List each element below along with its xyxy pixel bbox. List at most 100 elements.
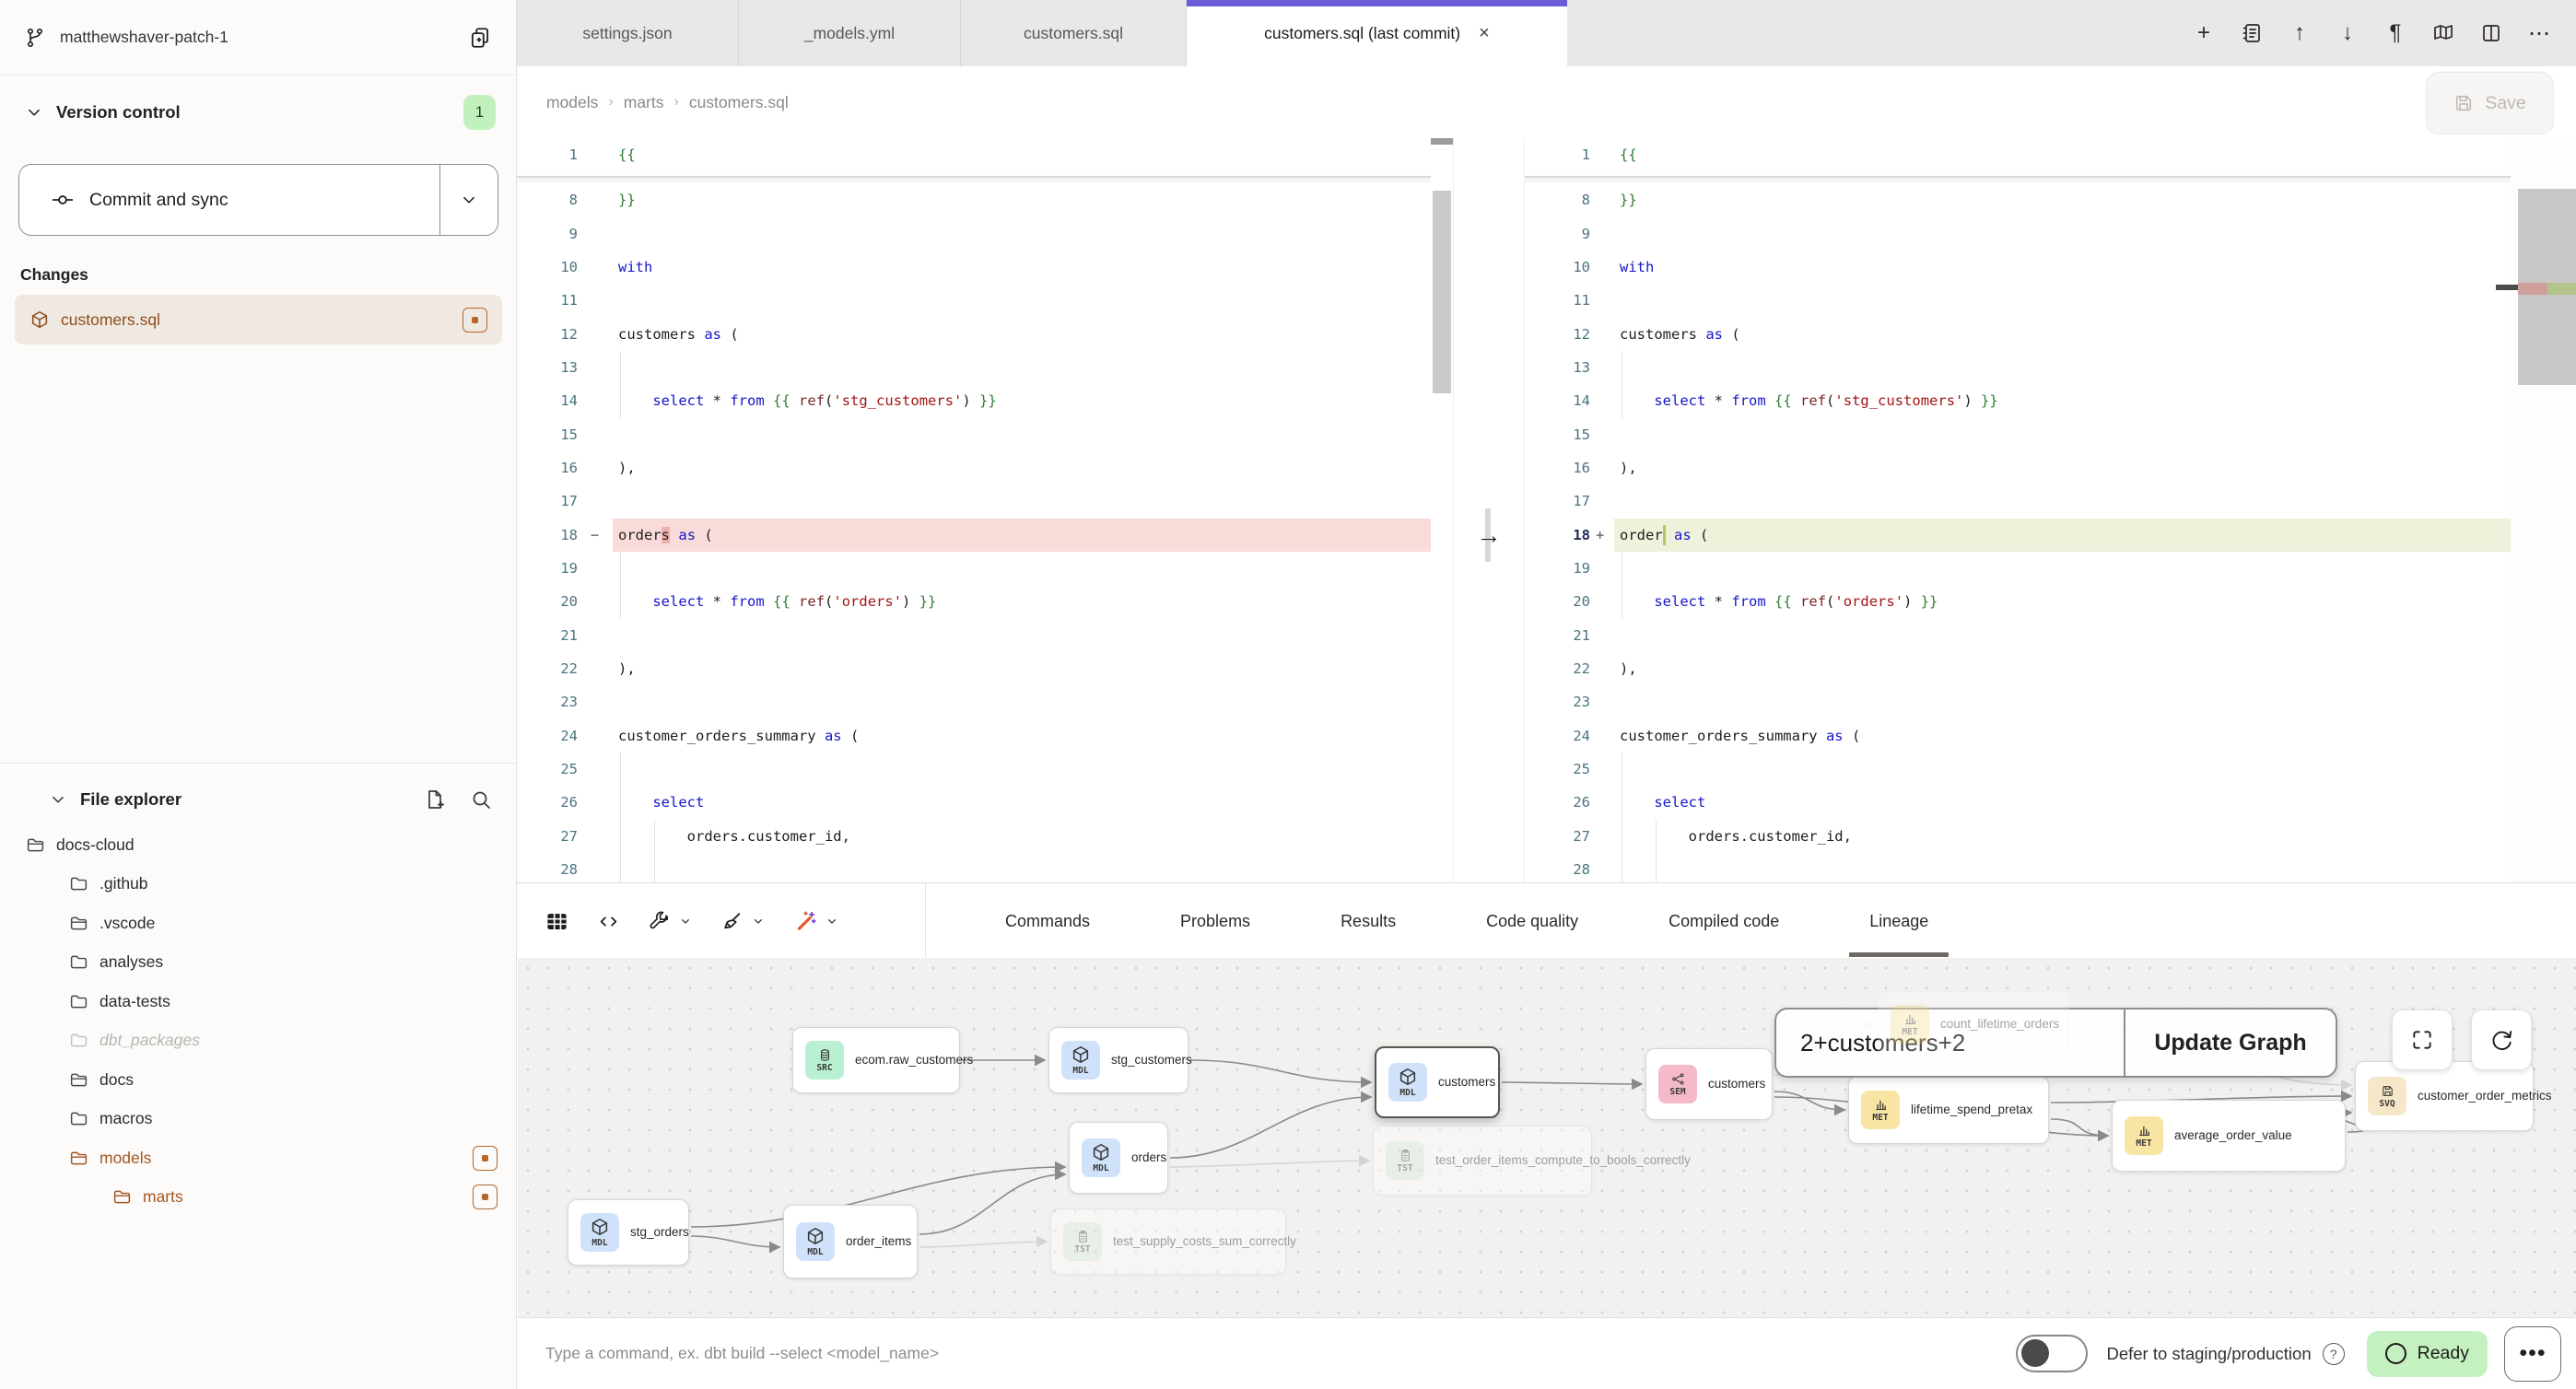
lineage-node-average-order-value[interactable]: METaverage_order_value bbox=[2112, 1100, 2346, 1172]
tab-settings-json[interactable]: settings.json bbox=[517, 0, 739, 66]
fullscreen-button[interactable] bbox=[2392, 1010, 2453, 1070]
code-line-25[interactable]: 25 bbox=[1525, 753, 2511, 786]
code-line-12[interactable]: 12customers as ( bbox=[517, 318, 1431, 351]
code-line-26[interactable]: 26 select bbox=[1525, 786, 2511, 819]
save-button[interactable]: Save bbox=[2426, 72, 2554, 134]
copy-icon[interactable] bbox=[468, 26, 492, 50]
code-line-10[interactable]: 10with bbox=[1525, 251, 2511, 284]
code-view-button[interactable] bbox=[597, 910, 620, 933]
diff-pane-current[interactable]: 1{{8}}910with1112customers as (1314 sele… bbox=[517, 138, 1431, 882]
diff-pane-last-commit[interactable]: 1{{8}}910with1112customers as (1314 sele… bbox=[1525, 138, 2511, 882]
code-line-13[interactable]: 13 bbox=[517, 351, 1431, 384]
tree-item-dbt-packages[interactable]: dbt_packages bbox=[0, 1021, 516, 1061]
status-ready-badge[interactable]: Ready bbox=[2367, 1331, 2488, 1377]
code-line-28[interactable]: 28 bbox=[517, 853, 1431, 882]
panel-tab-results[interactable]: Results bbox=[1313, 883, 1423, 959]
lineage-node-order-items[interactable]: MDLorder_items bbox=[783, 1205, 918, 1278]
tree-item-data-tests[interactable]: data-tests bbox=[0, 982, 516, 1021]
results-table-button[interactable] bbox=[544, 909, 569, 934]
code-line-27[interactable]: 27 orders.customer_id, bbox=[1525, 820, 2511, 853]
code-line-24[interactable]: 24customer_orders_summary as ( bbox=[517, 719, 1431, 753]
code-line-9[interactable]: 9 bbox=[1525, 217, 2511, 251]
map-icon[interactable] bbox=[2419, 9, 2467, 57]
code-line-8[interactable]: 8}} bbox=[517, 183, 1431, 216]
tab--models-yml[interactable]: _models.yml bbox=[739, 0, 961, 66]
lineage-canvas[interactable]: SRCecom.raw_customersMDLstg_customersMDL… bbox=[518, 958, 2576, 1317]
code-line-14[interactable]: 14 select * from {{ ref('stg_customers')… bbox=[1525, 384, 2511, 417]
pilcrow-icon[interactable]: ¶ bbox=[2371, 9, 2419, 57]
tree-item-docs[interactable]: docs bbox=[0, 1060, 516, 1100]
code-line-10[interactable]: 10with bbox=[517, 251, 1431, 284]
tree-item-analyses[interactable]: analyses bbox=[0, 943, 516, 983]
code-line-9[interactable]: 9 bbox=[517, 217, 1431, 251]
lineage-node-count-lifetime[interactable]: METcount_lifetime_orders bbox=[1878, 991, 2069, 1057]
branch-name[interactable]: matthewshaver-patch-1 bbox=[60, 28, 468, 47]
lineage-node-customer-order-metrics[interactable]: SVQcustomer_order_metrics bbox=[2355, 1061, 2534, 1131]
code-line-15[interactable]: 15 bbox=[517, 418, 1431, 451]
code-line-12[interactable]: 12customers as ( bbox=[1525, 318, 2511, 351]
code-line-14[interactable]: 14 select * from {{ ref('stg_customers')… bbox=[517, 384, 1431, 417]
code-line-18[interactable]: 18+order as ( bbox=[1525, 519, 2511, 552]
panel-tab-compiled-code[interactable]: Compiled code bbox=[1641, 883, 1807, 959]
code-line-23[interactable]: 23 bbox=[517, 685, 1431, 718]
split-view-icon[interactable] bbox=[2467, 9, 2515, 57]
lineage-node-test-order-items[interactable]: TSTtest_order_items_compute_to_bools_cor… bbox=[1373, 1126, 1592, 1196]
build-button[interactable] bbox=[648, 910, 693, 933]
code-line-1[interactable]: 1{{ bbox=[1525, 138, 2511, 171]
plus-icon[interactable]: + bbox=[2180, 9, 2228, 57]
lineage-node-lifetime-spend[interactable]: METlifetime_spend_pretax bbox=[1848, 1076, 2049, 1144]
arrow-up-icon[interactable]: ↑ bbox=[2276, 9, 2324, 57]
code-line-25[interactable]: 25 bbox=[517, 753, 1431, 786]
tree-item--vscode[interactable]: .vscode bbox=[0, 904, 516, 943]
ai-assist-button[interactable] bbox=[793, 909, 839, 933]
command-input[interactable]: Type a command, ex. dbt build --select <… bbox=[545, 1344, 2016, 1363]
file-explorer-header[interactable]: File explorer bbox=[24, 776, 492, 823]
merge-arrow-icon[interactable]: → bbox=[1454, 518, 1524, 553]
code-line-24[interactable]: 24customer_orders_summary as ( bbox=[1525, 719, 2511, 753]
version-control-header[interactable]: Version control 1 bbox=[24, 90, 496, 134]
panel-tab-problems[interactable]: Problems bbox=[1153, 883, 1278, 959]
breadcrumb-item[interactable]: customers.sql bbox=[689, 93, 789, 112]
breadcrumb-item[interactable]: models bbox=[546, 93, 598, 112]
code-line-15[interactable]: 15 bbox=[1525, 418, 2511, 451]
more-options-button[interactable]: ••• bbox=[2504, 1326, 2561, 1382]
arrow-down-icon[interactable]: ↓ bbox=[2324, 9, 2371, 57]
code-line-13[interactable]: 13 bbox=[1525, 351, 2511, 384]
refresh-graph-button[interactable] bbox=[2471, 1010, 2532, 1070]
code-line-22[interactable]: 22), bbox=[1525, 652, 2511, 685]
editor-scrollbar[interactable] bbox=[1431, 138, 1453, 882]
code-line-8[interactable]: 8}} bbox=[1525, 183, 2511, 216]
code-line-22[interactable]: 22), bbox=[517, 652, 1431, 685]
tab-customers-sql[interactable]: customers.sql bbox=[961, 0, 1187, 66]
help-icon[interactable]: ? bbox=[2323, 1343, 2345, 1365]
diff-overview-ruler[interactable] bbox=[2511, 138, 2576, 882]
code-line-26[interactable]: 26 select bbox=[517, 786, 1431, 819]
lineage-node-stg-orders[interactable]: MDLstg_orders bbox=[568, 1199, 689, 1266]
code-line-20[interactable]: 20 select * from {{ ref('orders') }} bbox=[517, 585, 1431, 618]
code-line-16[interactable]: 16), bbox=[517, 451, 1431, 484]
tree-item-macros[interactable]: macros bbox=[0, 1100, 516, 1139]
lineage-node-customers-mdl[interactable]: MDLcustomers bbox=[1375, 1046, 1500, 1118]
tab-customers-sql-last-commit-[interactable]: customers.sql (last commit)× bbox=[1187, 0, 1567, 66]
code-line-20[interactable]: 20 select * from {{ ref('orders') }} bbox=[1525, 585, 2511, 618]
tree-item-models[interactable]: models bbox=[0, 1138, 516, 1178]
ellipsis-icon[interactable]: ⋯ bbox=[2515, 9, 2563, 57]
panel-tab-code-quality[interactable]: Code quality bbox=[1458, 883, 1606, 959]
defer-toggle[interactable] bbox=[2016, 1335, 2088, 1372]
code-line-21[interactable]: 21 bbox=[517, 619, 1431, 652]
lineage-node-customers-sem[interactable]: SEMcustomers bbox=[1645, 1048, 1773, 1120]
close-tab-icon[interactable]: × bbox=[1479, 23, 1490, 44]
format-button[interactable] bbox=[720, 910, 766, 933]
code-line-28[interactable]: 28 bbox=[1525, 853, 2511, 882]
notebook-icon[interactable] bbox=[2228, 9, 2276, 57]
panel-tab-lineage[interactable]: Lineage bbox=[1842, 883, 1956, 959]
code-line-17[interactable]: 17 bbox=[517, 484, 1431, 518]
code-line-27[interactable]: 27 orders.customer_id, bbox=[517, 820, 1431, 853]
lineage-node-raw-customers[interactable]: SRCecom.raw_customers bbox=[792, 1027, 960, 1093]
code-line-19[interactable]: 19 bbox=[1525, 552, 2511, 585]
lineage-node-test-supply[interactable]: TSTtest_supply_costs_sum_correctly bbox=[1050, 1208, 1286, 1275]
search-icon[interactable] bbox=[470, 788, 492, 811]
tree-item-docs-cloud[interactable]: docs-cloud bbox=[0, 825, 516, 865]
lineage-node-orders[interactable]: MDLorders bbox=[1069, 1122, 1168, 1194]
changed-file-customers-sql[interactable]: customers.sql bbox=[15, 295, 502, 344]
